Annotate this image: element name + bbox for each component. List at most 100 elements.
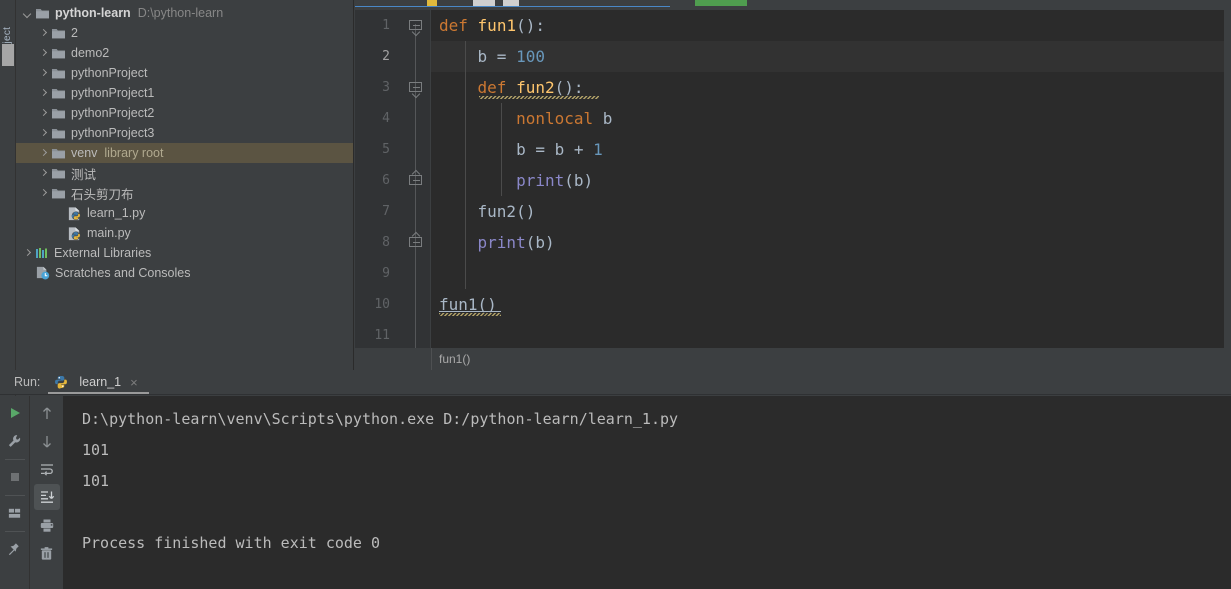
- tree-item-external-libraries[interactable]: External Libraries: [16, 243, 353, 263]
- chevron-right-icon[interactable]: [38, 28, 49, 39]
- breadcrumb-divider: [431, 348, 432, 370]
- code-token: print: [516, 171, 565, 190]
- code-token: =: [487, 47, 517, 66]
- stop-button[interactable]: [2, 464, 28, 490]
- rerun-button[interactable]: [2, 400, 28, 426]
- fold-marker-open[interactable]: [409, 20, 422, 37]
- run-configuration-tab[interactable]: learn_1 ×: [50, 370, 143, 395]
- print-button[interactable]: [34, 512, 60, 538]
- editor-gutter[interactable]: 1 2 3 4 5 6 7 8 9 10 11: [355, 10, 431, 349]
- folder-icon: [51, 147, 66, 160]
- code-line[interactable]: [431, 320, 1231, 348]
- code-text[interactable]: def fun1(): b = 100 def fun2(): nonlocal…: [431, 10, 1231, 348]
- chevron-right-icon[interactable]: [38, 108, 49, 119]
- settings-button[interactable]: [2, 428, 28, 454]
- code-token: nonlocal: [516, 109, 594, 128]
- tree-item-scratches-and-consoles[interactable]: Scratches and Consoles: [16, 263, 353, 283]
- code-token: ():: [516, 16, 545, 35]
- chevron-right-icon[interactable]: [38, 148, 49, 159]
- tree-item-label: 2: [71, 26, 78, 40]
- line-number: 8: [382, 235, 390, 250]
- down-stacktrace-button[interactable]: [34, 428, 60, 454]
- code-line[interactable]: b = 100: [431, 41, 1231, 72]
- tree-item-label: 石头剪刀布: [71, 187, 134, 202]
- close-icon[interactable]: ×: [130, 375, 138, 390]
- inspection-squiggle: [439, 313, 501, 316]
- tree-item-python-learn[interactable]: python-learn D:\python-learn: [16, 3, 353, 23]
- scratches-icon: [35, 266, 50, 280]
- code-editor[interactable]: 1 2 3 4 5 6 7 8 9 10 11 def fun1(): b = 100 def fu…: [355, 10, 1231, 349]
- tree-item-pythonproject[interactable]: pythonProject: [16, 63, 353, 83]
- soft-wrap-button[interactable]: [34, 456, 60, 482]
- tree-item-label: main.py: [87, 226, 131, 240]
- line-number: 10: [374, 297, 390, 312]
- chevron-right-icon[interactable]: [38, 168, 49, 179]
- code-line[interactable]: fun1(): [431, 289, 1231, 320]
- code-token: ():: [554, 78, 584, 97]
- clear-all-button[interactable]: [34, 540, 60, 566]
- chevron-down-icon[interactable]: [22, 8, 33, 19]
- line-number: 1: [382, 18, 390, 33]
- scroll-to-end-button[interactable]: [33, 484, 60, 510]
- chevron-right-icon[interactable]: [38, 48, 49, 59]
- editor-breadcrumb-bar: fun1(): [355, 348, 1231, 370]
- fold-marker-open[interactable]: [409, 82, 422, 99]
- folder-icon: [51, 187, 66, 200]
- tree-item-venv[interactable]: venv library root: [16, 143, 353, 163]
- tree-item-[interactable]: 测试: [16, 163, 353, 183]
- line-number: 3: [382, 80, 390, 95]
- run-console-output[interactable]: D:\python-learn\venv\Scripts\python.exe …: [64, 396, 1231, 589]
- run-tab-label: learn_1: [79, 375, 122, 389]
- tab-bar-empty-space: [1005, 0, 1231, 7]
- tree-item-[interactable]: 石头剪刀布: [16, 183, 353, 203]
- tree-item-pythonproject1[interactable]: pythonProject1: [16, 83, 353, 103]
- code-token: ): [544, 233, 555, 252]
- fold-marker-close[interactable]: [409, 169, 422, 188]
- tree-item-learn-1-py[interactable]: learn_1.py: [16, 203, 353, 223]
- up-stacktrace-button[interactable]: [34, 400, 60, 426]
- project-tree[interactable]: python-learn D:\python-learn 2 demo2 pythonP…: [16, 0, 353, 283]
- layout-button[interactable]: [2, 500, 28, 526]
- tree-item-label: Scratches and Consoles: [55, 266, 191, 280]
- toolbar-separator: [4, 459, 25, 460]
- chevron-right-icon[interactable]: [38, 128, 49, 139]
- chevron-right-icon[interactable]: [38, 68, 49, 79]
- code-line[interactable]: b = b + 1: [431, 134, 1231, 165]
- code-token: fun2: [477, 202, 517, 221]
- tree-item-2[interactable]: 2: [16, 23, 353, 43]
- code-token: print: [477, 233, 526, 252]
- code-line[interactable]: [431, 258, 1231, 289]
- chevron-right-icon[interactable]: [38, 88, 49, 99]
- breadcrumb-item[interactable]: fun1(): [439, 352, 470, 366]
- tree-item-main-py[interactable]: main.py: [16, 223, 353, 243]
- line-number: 2: [382, 49, 390, 64]
- code-token: 1: [593, 140, 603, 159]
- code-line[interactable]: print(b): [431, 165, 1231, 196]
- folder-icon: [35, 7, 50, 20]
- pycharm-window: Project python-learn D:\python-learn 2 demo…: [0, 0, 1231, 589]
- code-line[interactable]: fun2(): [431, 196, 1231, 227]
- folder-icon: [51, 67, 66, 80]
- pin-tab-button[interactable]: [2, 536, 28, 562]
- console-line: 101: [82, 472, 110, 490]
- tree-item-pythonproject2[interactable]: pythonProject2: [16, 103, 353, 123]
- chevron-right-icon[interactable]: [22, 248, 33, 259]
- code-token: b: [516, 140, 526, 159]
- python-file-icon: [67, 226, 82, 241]
- line-number: 5: [382, 142, 390, 157]
- code-line[interactable]: nonlocal b: [431, 103, 1231, 134]
- tree-item-demo2[interactable]: demo2: [16, 43, 353, 63]
- run-title: Run:: [14, 375, 41, 389]
- tree-item-label: 测试: [71, 167, 97, 182]
- code-line[interactable]: def fun1():: [431, 10, 1231, 41]
- folder-icon: [51, 127, 66, 140]
- code-line[interactable]: print(b): [431, 227, 1231, 258]
- console-line: 101: [82, 441, 110, 459]
- tree-item-pythonproject3[interactable]: pythonProject3: [16, 123, 353, 143]
- code-token: b: [477, 47, 488, 66]
- chevron-right-icon[interactable]: [38, 188, 49, 199]
- fold-marker-close[interactable]: [409, 231, 422, 250]
